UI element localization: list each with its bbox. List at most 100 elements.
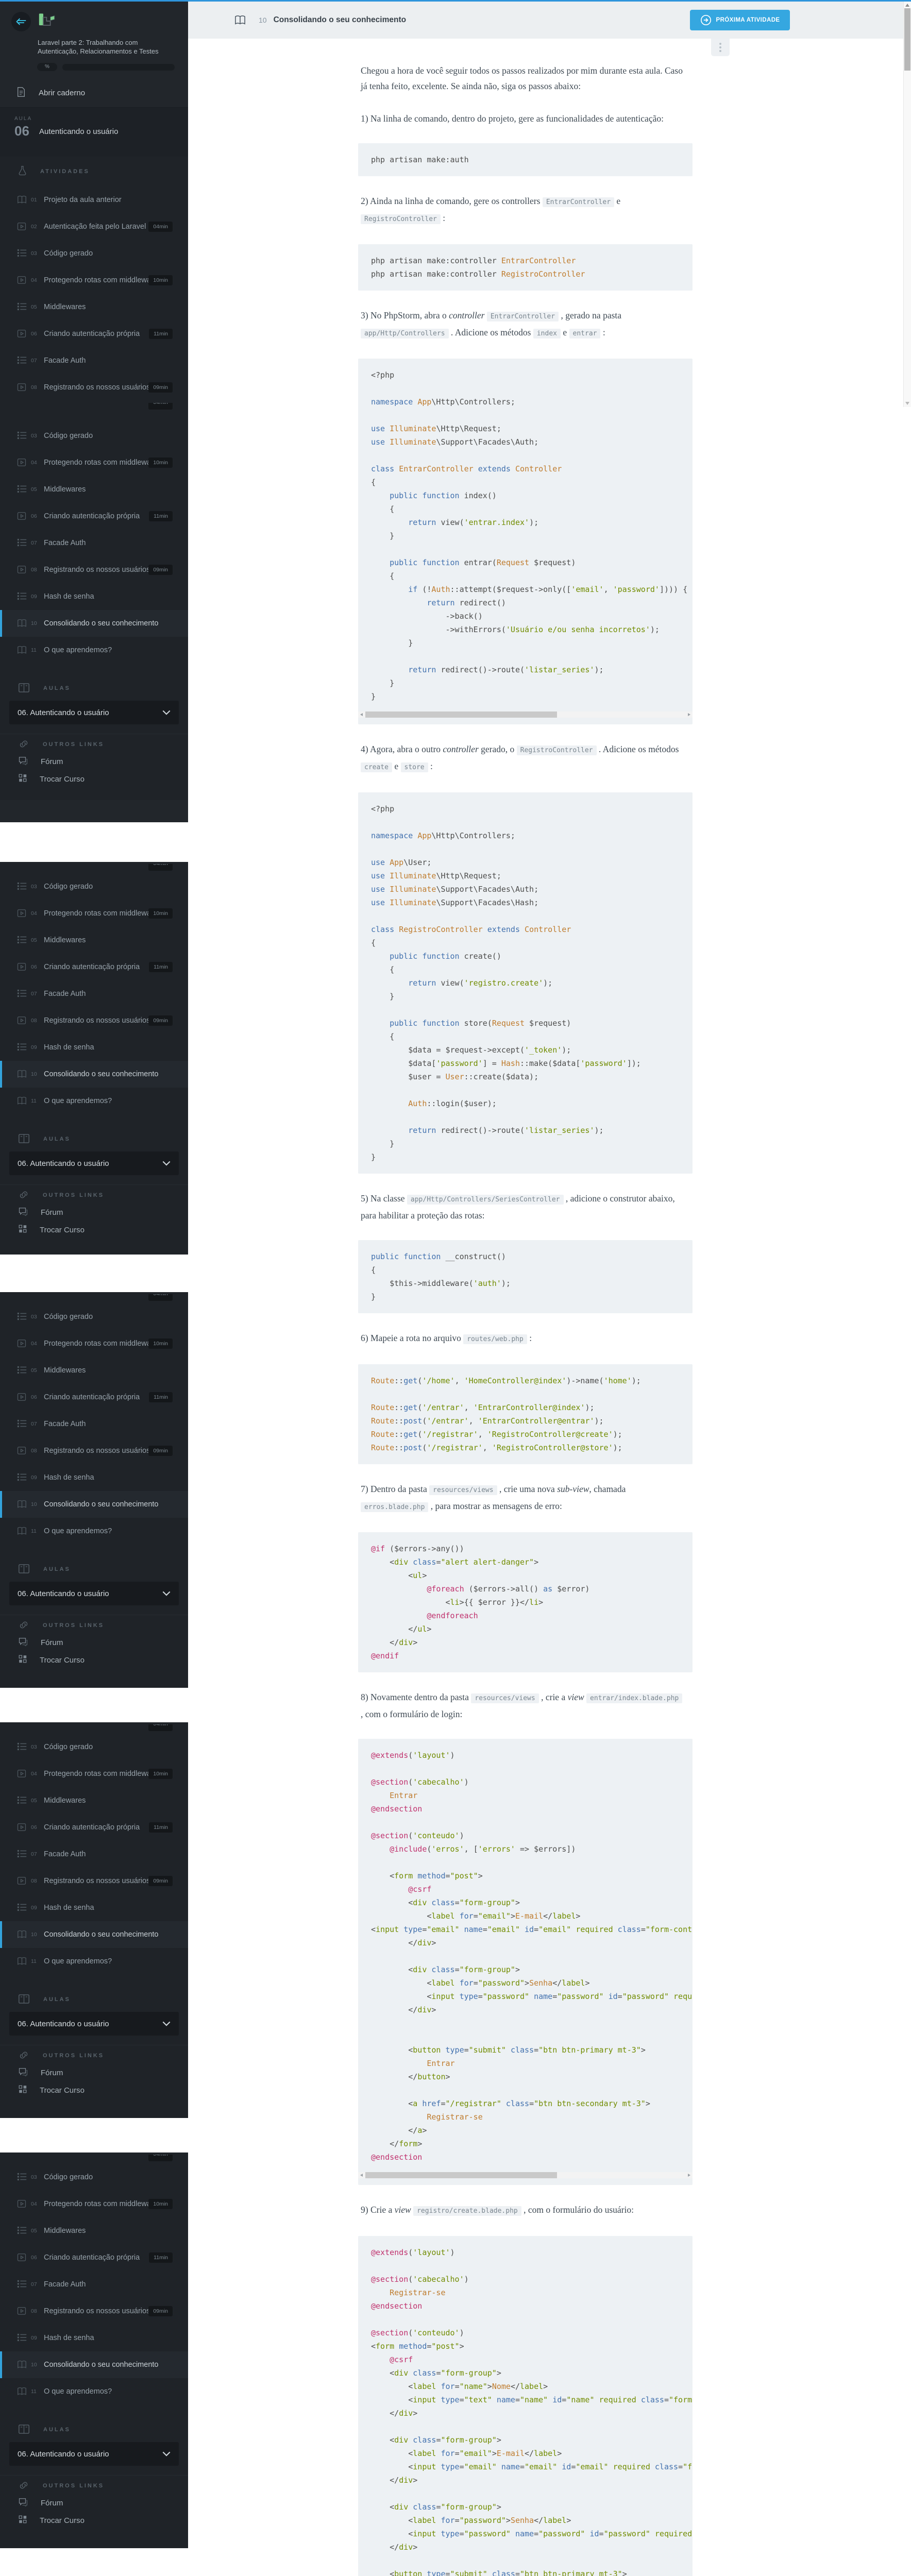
sidebar-item-10[interactable]: 10Consolidando o seu conhecimento <box>0 1061 188 1088</box>
lesson-dropdown[interactable]: 06. Autenticando o usuário <box>9 2442 179 2466</box>
notebook-icon <box>17 87 25 99</box>
sidebar-item-04[interactable]: 04Protegendo rotas com middleware10min <box>0 900 188 927</box>
sidebar-item-04[interactable]: 04Protegendo rotas com middleware10min <box>0 2191 188 2217</box>
sidebar-item-11[interactable]: 11O que aprendemos? <box>0 637 188 664</box>
scroll-up-arrow[interactable] <box>905 4 909 7</box>
sidebar-link-trocar-curso[interactable]: Trocar Curso <box>0 2081 188 2099</box>
sidebar-item-08[interactable]: 08Registrando os nossos usuários09min <box>0 2298 188 2325</box>
sidebar-item-04[interactable]: 04Protegendo rotas com middleware10min <box>0 267 188 294</box>
sidebar-link-trocar-curso[interactable]: Trocar Curso <box>0 1651 188 1669</box>
scroll-right-arrow[interactable] <box>688 713 690 716</box>
sidebar-item-05[interactable]: 05Middlewares <box>0 2217 188 2244</box>
sidebar-link-forum[interactable]: Fórum <box>0 2064 188 2081</box>
sidebar-item-04[interactable]: 04Protegendo rotas com middleware10min <box>0 1760 188 1787</box>
sidebar-item-01[interactable]: 01Projeto da aula anterior <box>0 187 188 213</box>
sidebar-item-03[interactable]: 03Código gerado <box>0 422 188 449</box>
code-line: </div> <box>371 2473 693 2487</box>
sidebar-item-07[interactable]: 07Facade Auth <box>0 980 188 1007</box>
sidebar-item-11[interactable]: 11O que aprendemos? <box>0 1948 188 1975</box>
next-activity-button[interactable]: PRÓXIMA ATIVIDADE <box>690 10 790 30</box>
duration-badge: 09min <box>148 1015 173 1026</box>
sidebar-item-11[interactable]: 11O que aprendemos? <box>0 1518 188 1545</box>
code-line: { <box>371 476 693 489</box>
scrollbar-thumb[interactable] <box>904 8 910 71</box>
sidebar-item-07[interactable]: 07Facade Auth <box>0 1411 188 1437</box>
sidebar-item-03[interactable]: 03Código gerado <box>0 1734 188 1760</box>
collapse-sidebar-button[interactable] <box>11 12 31 31</box>
code-line: </div> <box>371 2540 693 2554</box>
sidebar-item-09[interactable]: 09Hash de senha <box>0 583 188 610</box>
sidebar-item-09[interactable]: 09Hash de senha <box>0 1894 188 1921</box>
sidebar-item-number: 06 <box>31 331 40 337</box>
lesson-dropdown[interactable]: 06. Autenticando o usuário <box>9 1582 179 1605</box>
sidebar-item-06[interactable]: 06Criando autenticação própria11min <box>0 2244 188 2271</box>
sidebar-link-forum[interactable]: Fórum <box>0 2494 188 2512</box>
hscrollbar-thumb[interactable] <box>365 711 557 718</box>
sidebar-link-forum[interactable]: Fórum <box>0 1634 188 1651</box>
code-line <box>371 1762 693 1775</box>
sidebar-item-09[interactable]: 09Hash de senha <box>0 1464 188 1491</box>
sidebar-item-05[interactable]: 05Middlewares <box>0 927 188 954</box>
sidebar-item-06[interactable]: 06Criando autenticação própria11min <box>0 954 188 980</box>
sidebar-link-label: Fórum <box>41 1638 63 1647</box>
sidebar-item-04[interactable]: 04Protegendo rotas com middleware10min <box>0 1330 188 1357</box>
horizontal-scrollbar[interactable] <box>358 2172 693 2178</box>
sidebar-item-06[interactable]: 06Criando autenticação própria11min <box>0 1384 188 1411</box>
sidebar-link-forum[interactable]: Fórum <box>0 1204 188 1221</box>
sidebar-link-trocar-curso[interactable]: Trocar Curso <box>0 770 188 788</box>
sidebar-link-trocar-curso[interactable]: Trocar Curso <box>0 1221 188 1239</box>
sidebar-item-09[interactable]: 09Hash de senha <box>0 2325 188 2351</box>
sidebar-item-06[interactable]: 06Criando autenticação própria11min <box>0 1814 188 1841</box>
sidebar-item-02[interactable]: 02Autenticação feita pelo Laravel04min <box>0 213 188 240</box>
sidebar-item-08[interactable]: 08Registrando os nossos usuários09min <box>0 1868 188 1894</box>
sidebar-link-trocar-curso[interactable]: Trocar Curso <box>0 2512 188 2529</box>
open-notebook-button[interactable]: Abrir caderno <box>0 78 188 107</box>
scroll-right-arrow[interactable] <box>688 2174 690 2177</box>
code-line: ->withErrors('Usuário e/ou senha incorre… <box>371 623 693 636</box>
sidebar-item-10[interactable]: 10Consolidando o seu conhecimento <box>0 2351 188 2378</box>
sidebar-item-03[interactable]: 03Código gerado <box>0 1303 188 1330</box>
sidebar-item-08[interactable]: 08Registrando os nossos usuários09min <box>0 1007 188 1034</box>
sidebar-item-08[interactable]: 08Registrando os nossos usuários09min <box>0 1437 188 1464</box>
sidebar-item-11[interactable]: 11O que aprendemos? <box>0 2378 188 2405</box>
sidebar-item-10[interactable]: 10Consolidando o seu conhecimento <box>0 1921 188 1948</box>
scroll-down-arrow[interactable] <box>905 402 909 405</box>
sidebar-item-05[interactable]: 05Middlewares <box>0 476 188 503</box>
sidebar-item-03[interactable]: 03Código gerado <box>0 240 188 267</box>
sidebar-item-05[interactable]: 05Middlewares <box>0 294 188 320</box>
scroll-left-arrow[interactable] <box>360 2174 363 2177</box>
sidebar-block-5: 04min03Código gerado04Protegendo rotas c… <box>0 2153 188 2548</box>
sidebar-item-07[interactable]: 07Facade Auth <box>0 530 188 556</box>
sidebar-item-06[interactable]: 06Criando autenticação própria11min <box>0 503 188 530</box>
scroll-left-arrow[interactable] <box>360 713 363 716</box>
sidebar-item-05[interactable]: 05Middlewares <box>0 1787 188 1814</box>
sidebar-item-04[interactable]: 04Protegendo rotas com middleware10min <box>0 449 188 476</box>
lesson-dropdown[interactable]: 06. Autenticando o usuário <box>9 2012 179 2036</box>
code-line: <div class="form-group"> <box>371 1963 693 1976</box>
vertical-scrollbar[interactable] <box>903 2 911 407</box>
code-line: @section('conteudo') <box>371 1829 693 1842</box>
sidebar-item-08[interactable]: 08Registrando os nossos usuários09min <box>0 374 188 401</box>
sidebar-item-09[interactable]: 09Hash de senha <box>0 1034 188 1061</box>
code-block-erros_view: @if ($errors->any()) <div class="alert a… <box>358 1532 693 1672</box>
sidebar-item-07[interactable]: 07Facade Auth <box>0 347 188 374</box>
sidebar-block-1: Laravel parte 2: Trabalhando com Autenti… <box>0 0 188 822</box>
sidebar-item-07[interactable]: 07Facade Auth <box>0 2271 188 2298</box>
sidebar-item-11[interactable]: 11O que aprendemos? <box>0 1088 188 1114</box>
sidebar-link-forum[interactable]: Fórum <box>0 753 188 770</box>
lesson-dropdown[interactable]: 06. Autenticando o usuário <box>9 701 179 724</box>
sidebar-item-08[interactable]: 08Registrando os nossos usuários09min <box>0 556 188 583</box>
lesson-dropdown[interactable]: 06. Autenticando o usuário <box>9 1151 179 1175</box>
sidebar-item-10[interactable]: 10Consolidando o seu conhecimento <box>0 1491 188 1518</box>
sidebar-item-07[interactable]: 07Facade Auth <box>0 1841 188 1868</box>
sidebar-item-03[interactable]: 03Código gerado <box>0 873 188 900</box>
sidebar-item-06[interactable]: 06Criando autenticação própria11min <box>0 320 188 347</box>
hscrollbar-thumb[interactable] <box>365 2172 557 2178</box>
sidebar-item-10[interactable]: 10Consolidando o seu conhecimento <box>0 610 188 637</box>
sidebar-tail: AULAS06. Autenticando o usuárioOUTROS LI… <box>0 1114 188 1251</box>
drag-handle[interactable] <box>711 39 730 56</box>
inline-code: erros.blade.php <box>361 1502 428 1512</box>
horizontal-scrollbar[interactable] <box>358 711 693 718</box>
sidebar-item-03[interactable]: 03Código gerado <box>0 2164 188 2191</box>
sidebar-item-05[interactable]: 05Middlewares <box>0 1357 188 1384</box>
